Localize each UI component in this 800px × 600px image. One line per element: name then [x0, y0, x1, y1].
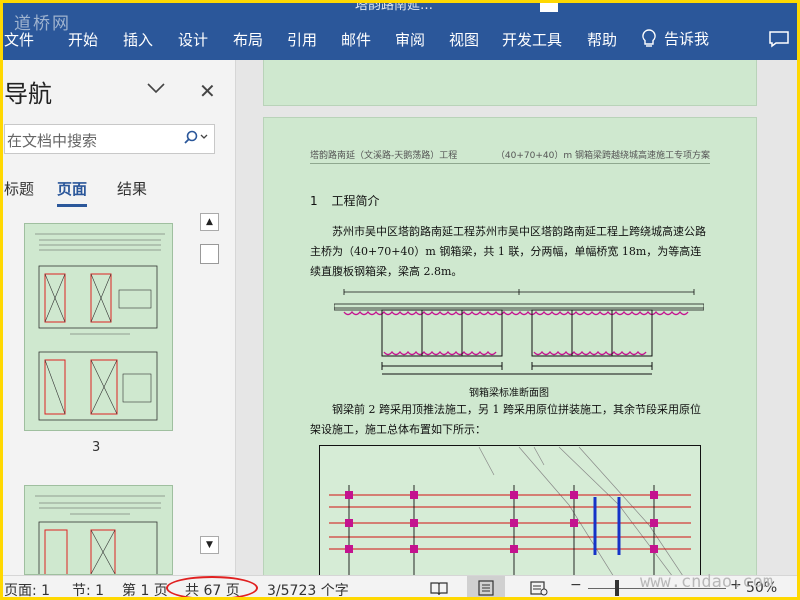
tab-results[interactable]: 结果	[117, 178, 147, 199]
figure-caption: 钢箱梁标准断面图	[469, 388, 549, 399]
cross-section-figure	[334, 289, 704, 375]
section-number: 1	[310, 194, 318, 208]
highlight-circle	[166, 576, 258, 600]
navigation-pane: 导航 ✕ 在文档中搜索 标题 页面 结果 3 ▲ ▼	[0, 60, 236, 575]
tab-view[interactable]: 视图	[449, 29, 479, 50]
section-heading: 1 工程简介	[310, 192, 379, 209]
tab-references[interactable]: 引用	[287, 29, 317, 50]
status-page[interactable]: 页面: 1	[4, 580, 50, 600]
scroll-down-arrow[interactable]: ▼	[200, 536, 219, 554]
status-word-count[interactable]: 3/5723 个字	[267, 580, 349, 600]
thumbnail-drawing	[35, 495, 165, 574]
close-icon[interactable]: ✕	[199, 79, 216, 103]
tell-me-search[interactable]: 告诉我	[642, 28, 709, 49]
previous-page	[263, 60, 757, 106]
document-page[interactable]: 塔韵路南延（文溪路-天鹅荡路）工程 （40+70+40）m 钢箱梁跨越绕城高速施…	[263, 117, 757, 575]
page-thumbnail[interactable]	[24, 223, 173, 431]
print-layout-icon	[478, 580, 494, 596]
watermark-logo: 道桥网	[14, 14, 71, 34]
zoom-out-button[interactable]: −	[570, 577, 582, 593]
title-bar: 塔韵路南延…	[0, 0, 800, 14]
search-options[interactable]	[184, 130, 208, 144]
page-thumbnail[interactable]	[24, 485, 173, 575]
chevron-down-icon[interactable]	[146, 82, 166, 94]
tell-me-label: 告诉我	[664, 30, 710, 48]
tab-design[interactable]: 设计	[178, 29, 208, 50]
nav-pane-title: 导航	[4, 80, 52, 108]
tab-help[interactable]: 帮助	[587, 29, 617, 50]
thumbnail-drawing	[35, 233, 165, 421]
comment-icon[interactable]	[768, 30, 790, 48]
chevron-down-icon	[200, 134, 208, 139]
section-title: 工程简介	[331, 194, 380, 208]
search-placeholder: 在文档中搜索	[7, 132, 98, 150]
tab-insert[interactable]: 插入	[123, 29, 153, 50]
status-page-of[interactable]: 第 1 页	[122, 580, 168, 600]
tab-headings[interactable]: 标题	[4, 178, 34, 199]
window-control[interactable]	[540, 0, 558, 12]
tab-home[interactable]: 开始	[68, 29, 98, 50]
tab-layout[interactable]: 布局	[233, 29, 263, 50]
page-header: 塔韵路南延（文溪路-天鹅荡路）工程 （40+70+40）m 钢箱梁跨越绕城高速施…	[310, 148, 710, 164]
tab-review[interactable]: 审阅	[395, 29, 425, 50]
tab-pages[interactable]: 页面	[57, 178, 88, 207]
thumbnail-scrollbar[interactable]: ▲ ▼	[199, 213, 221, 558]
thumbnail-page-number: 3	[92, 440, 101, 455]
tab-developer[interactable]: 开发工具	[502, 29, 562, 50]
ribbon-tabs: 文件 开始 插入 设计 布局 引用 邮件 审阅 视图 开发工具 帮助 告诉我	[0, 14, 800, 60]
watermark-url: www.cndao.com	[640, 572, 774, 592]
tab-mailings[interactable]: 邮件	[341, 29, 371, 50]
construction-layout-figure	[319, 445, 701, 575]
web-layout-icon[interactable]	[530, 581, 548, 596]
status-section[interactable]: 节: 1	[72, 580, 104, 600]
scroll-up-arrow[interactable]: ▲	[200, 213, 219, 231]
header-project: 塔韵路南延（文溪路-天鹅荡路）工程	[310, 151, 458, 161]
search-icon	[184, 130, 198, 144]
scroll-thumb[interactable]	[200, 244, 219, 264]
header-scheme: （40+70+40）m 钢箱梁跨越绕城高速施工专项方案	[495, 151, 710, 161]
zoom-slider-thumb[interactable]	[615, 580, 619, 596]
document-canvas[interactable]: 塔韵路南延（文溪路-天鹅荡路）工程 （40+70+40）m 钢箱梁跨越绕城高速施…	[237, 60, 800, 575]
nav-search-input[interactable]: 在文档中搜索	[4, 124, 215, 154]
print-layout-button[interactable]	[467, 576, 505, 600]
read-mode-icon[interactable]	[430, 581, 448, 596]
body-paragraph: 苏州市吴中区塔韵路南延工程苏州市吴中区塔韵路南延工程上跨绕城高速公路主桥为（40…	[310, 225, 706, 278]
lightbulb-icon	[642, 28, 656, 47]
document-title: 塔韵路南延…	[355, 0, 434, 13]
body-paragraph: 钢梁前 2 跨采用顶推法施工，另 1 跨采用原位拼装施工，其余节段采用原位架设施…	[310, 403, 701, 436]
